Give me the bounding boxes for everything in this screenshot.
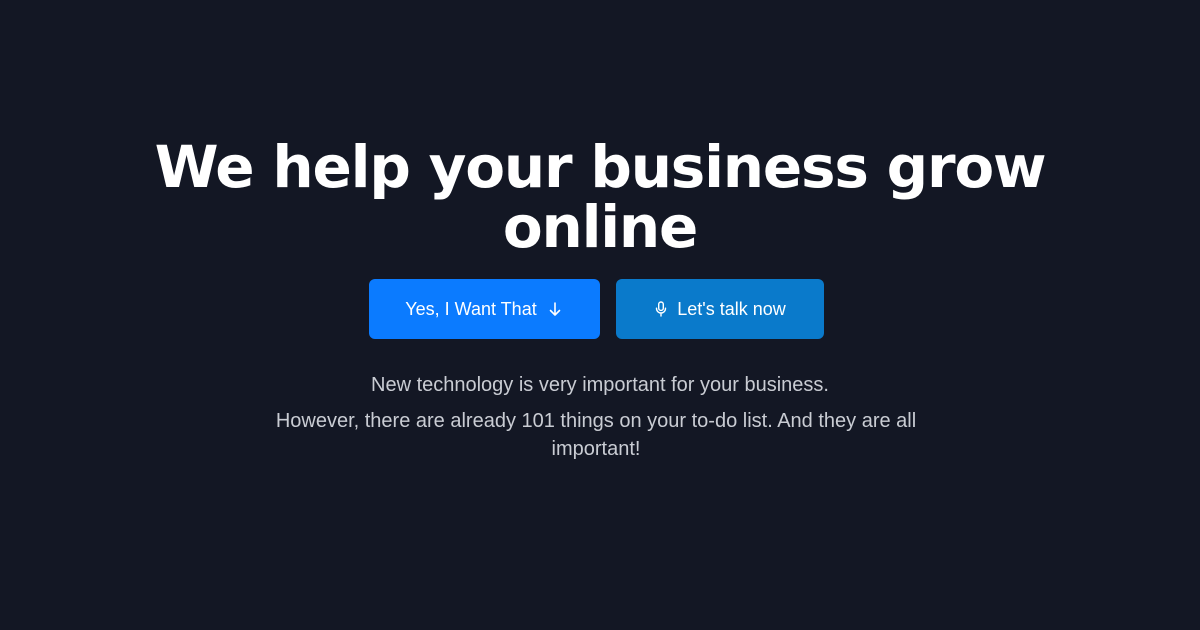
cta-button-row: Yes, I Want That Let's talk now	[0, 279, 1200, 339]
microphone-icon	[654, 300, 668, 318]
secondary-cta-label: Let's talk now	[677, 298, 786, 319]
lets-talk-now-button[interactable]: Let's talk now	[616, 279, 824, 339]
hero-headline-line-2: online	[502, 193, 699, 261]
intro-paragraph: New technology is very important for you…	[371, 374, 829, 396]
hero-section: We help your business grow online Yes, I…	[0, 0, 1200, 630]
primary-cta-label: Yes, I Want That	[405, 298, 537, 319]
body-paragraph: However, there are already 101 things on…	[275, 410, 917, 460]
yes-i-want-that-button[interactable]: Yes, I Want That	[369, 279, 600, 339]
hero-headline-line-1: We help your business grow	[154, 133, 1047, 201]
arrow-down-icon	[546, 300, 564, 318]
